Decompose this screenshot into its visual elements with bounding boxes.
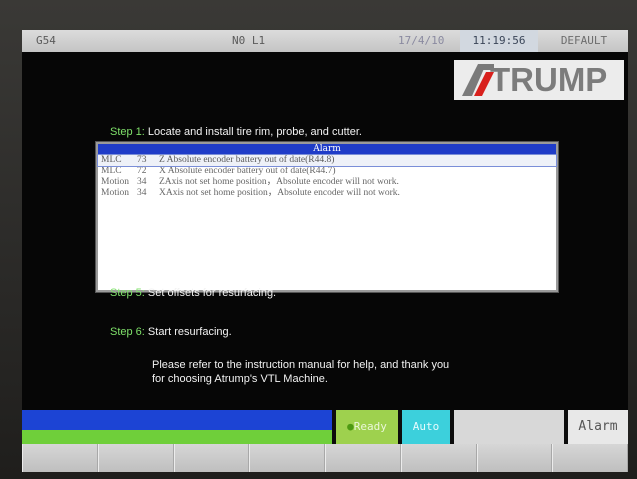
step-5: Step 5: Set offsets for resurfacing. [110,287,276,299]
alarm-row[interactable]: MLC 73 Z Absolute encoder battery out of d… [97,154,557,167]
softkey-6[interactable] [400,444,477,472]
alarm-source: MLC [101,166,122,176]
top-status-bar: G54 N0 L1 17/4/10 11:19:56 DEFAULT [22,30,628,52]
softkey-1[interactable] [22,444,98,472]
alarm-row[interactable]: MLC 72 X Absolute encoder battery out of d… [98,166,556,177]
help-note: Please refer to the instruction manual f… [152,358,449,386]
alarm-button[interactable]: Alarm [568,410,628,444]
alarm-row[interactable]: Motion 34 ZAxis not set home position，Abso… [98,177,556,188]
alarm-code: 34 [137,177,147,187]
step-5-number: Step 5: [110,287,145,299]
help-note-line-2: for choosing Atrump's VTL Machine. [152,373,328,385]
step-5-text: Set offsets for resurfacing. [147,287,277,299]
softkey-7[interactable] [476,444,553,472]
alarm-source: Motion [101,177,129,187]
step-6-number: Step 6: [110,326,145,338]
auto-mode-button[interactable]: Auto [402,410,450,444]
bottom-status-area: ●Ready Auto Alarm [22,410,628,444]
alarm-code: 73 [137,155,147,165]
alarm-message: ZAxis not set home position，Absolute enc… [159,177,399,187]
softkey-3[interactable] [173,444,250,472]
alarm-message: Z Absolute encoder battery out of date(R… [159,155,335,165]
alarm-code: 72 [137,166,147,176]
alarm-dialog: Alarm MLC 73 Z Absolute encoder battery ou… [96,142,558,292]
status-bar-green [22,430,332,444]
date-display: 17/4/10 [398,34,445,47]
help-note-line-1: Please refer to the instruction manual f… [152,359,450,371]
logo-a-mark-icon [462,64,494,96]
alarm-message: XAxis not set home position，Absolute enc… [159,188,400,198]
status-blank-panel [454,410,564,444]
step-6-text: Start resurfacing. [147,326,232,338]
program-line-indicator: N0 L1 [232,34,266,47]
time-display: 11:19:56 [460,30,538,52]
alarm-dialog-title: Alarm [98,144,556,155]
alarm-message: X Absolute encoder battery out of date(R… [159,166,336,176]
ready-dot-icon: ● [347,420,354,433]
step-1-text: Locate and install tire rim, probe, and … [147,126,362,138]
softkey-2[interactable] [97,444,174,472]
softkey-5[interactable] [325,444,401,472]
alarm-row[interactable]: Motion 34 XAxis not set home position，Abso… [98,188,556,199]
logo-text: TRUMP [490,61,608,98]
ready-status-button[interactable]: ●Ready [336,410,398,444]
step-6: Step 6: Start resurfacing. [110,326,232,338]
status-bar-blue [22,410,332,430]
mode-display: DEFAULT [560,34,608,47]
alarm-code: 34 [137,188,147,198]
softkey-4[interactable] [249,444,325,472]
step-1-number: Step 1: [110,126,145,138]
alarm-source: MLC [101,155,122,165]
atrump-logo: TRUMP [454,60,624,100]
work-coordinate-system: G54 [36,34,56,47]
step-1: Step 1: Locate and install tire rim, pro… [110,126,362,138]
softkey-8[interactable] [552,444,628,472]
cnc-screen: G54 N0 L1 17/4/10 11:19:56 DEFAULT TRUMP… [22,30,628,472]
softkey-row [22,444,628,472]
ready-label: Ready [353,420,387,433]
alarm-source: Motion [101,188,129,198]
